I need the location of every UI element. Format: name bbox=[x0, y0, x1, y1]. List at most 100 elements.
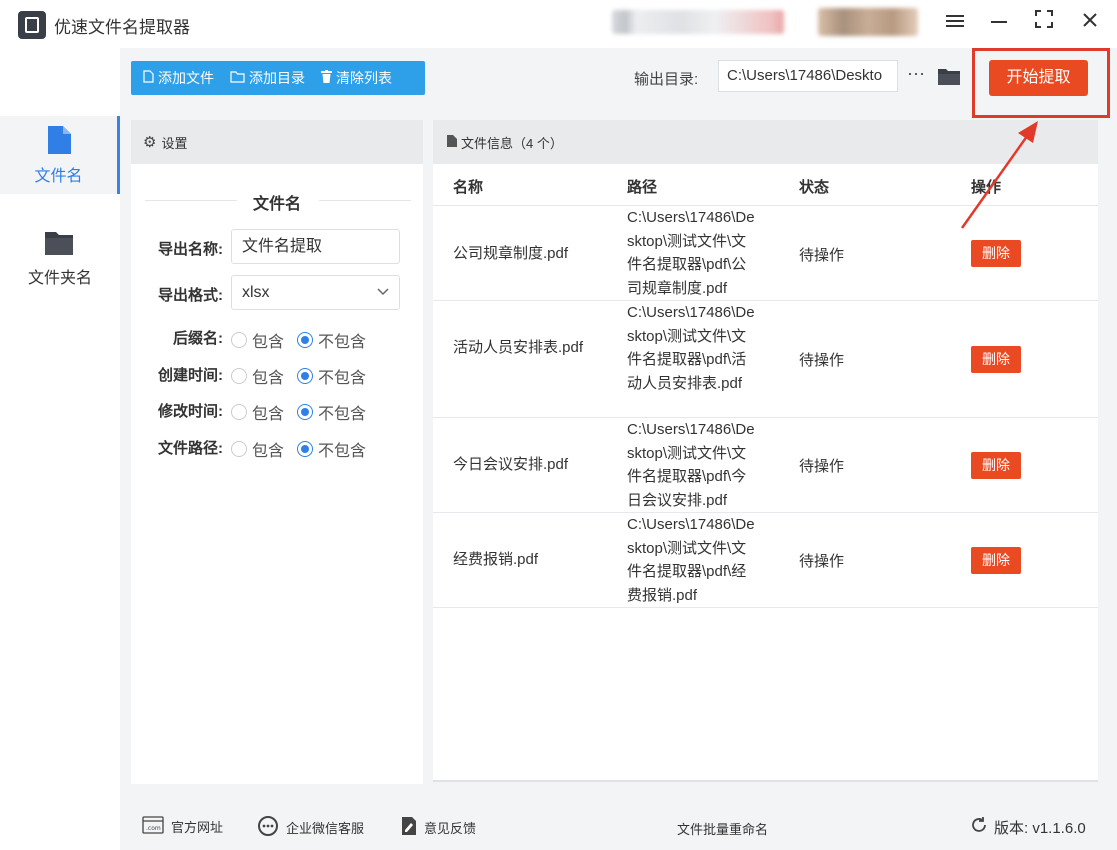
modified-time-radio-group: 包含 不包含 bbox=[231, 400, 379, 424]
exclude-label: 不包含 bbox=[318, 443, 367, 460]
path-exclude-option[interactable]: 不包含 bbox=[297, 437, 366, 461]
add-directory-button[interactable]: 添加目录 bbox=[222, 61, 313, 95]
modified-exclude-option[interactable]: 不包含 bbox=[297, 400, 366, 424]
exclude-label: 不包含 bbox=[318, 406, 367, 423]
radio-unchecked-icon[interactable] bbox=[231, 441, 247, 457]
version-info: 版本: v1.1.6.0 bbox=[970, 816, 1086, 838]
modified-include-option[interactable]: 包含 bbox=[231, 400, 284, 424]
left-nav: 文件名 文件夹名 bbox=[0, 48, 120, 850]
start-extract-button[interactable]: 开始提取 bbox=[989, 60, 1088, 96]
document-icon bbox=[447, 134, 457, 150]
radio-unchecked-icon[interactable] bbox=[231, 368, 247, 384]
more-options-button[interactable]: ··· bbox=[905, 62, 927, 88]
suffix-exclude-option[interactable]: 不包含 bbox=[297, 328, 366, 352]
radio-checked-icon[interactable] bbox=[297, 332, 314, 348]
suffix-include-option[interactable]: 包含 bbox=[231, 328, 284, 352]
path-include-option[interactable]: 包含 bbox=[231, 437, 284, 461]
export-format-label: 导出格式: bbox=[158, 287, 223, 304]
trash-icon bbox=[321, 70, 332, 86]
table-row: 公司规章制度.pdf C:\Users\17486\Desktop\测试文件\文… bbox=[433, 205, 1098, 301]
file-status-cell: 待操作 bbox=[799, 458, 845, 475]
menu-icon[interactable] bbox=[941, 8, 969, 36]
file-name-cell: 经费报销.pdf bbox=[453, 551, 539, 568]
file-list-panel: 文件信息（4 个） 名称 路径 状态 操作 公司规章制度.pdf C:\User… bbox=[433, 120, 1098, 782]
file-path-cell: C:\Users\17486\Desktop\测试文件\文件名提取器\pdf\公… bbox=[627, 209, 755, 297]
wechat-support-link[interactable]: 企业微信客服 bbox=[257, 816, 364, 839]
chat-icon bbox=[257, 816, 279, 839]
chevron-down-icon bbox=[377, 276, 389, 309]
maximize-icon[interactable] bbox=[1030, 8, 1058, 36]
exclude-label: 不包含 bbox=[318, 370, 367, 387]
suffix-radio-group: 包含 不包含 bbox=[231, 328, 379, 352]
created-include-option[interactable]: 包含 bbox=[231, 364, 284, 388]
include-label: 包含 bbox=[252, 370, 285, 387]
file-name-cell: 公司规章制度.pdf bbox=[453, 245, 569, 262]
settings-panel: ⚙ 设置 文件名 导出名称: 文件名提取 导出格式: xlsx 后缀名: 包含 … bbox=[131, 120, 423, 784]
delete-button[interactable]: 删除 bbox=[971, 346, 1021, 373]
output-dir-label: 输出目录: bbox=[634, 71, 699, 88]
feedback-label: 意见反馈 bbox=[424, 821, 477, 836]
radio-checked-icon[interactable] bbox=[297, 441, 314, 457]
file-info-header-label: 文件信息（4 个） bbox=[461, 135, 563, 151]
file-path-cell: C:\Users\17486\Desktop\测试文件\文件名提取器\pdf\今… bbox=[627, 421, 755, 509]
official-website-link[interactable]: .com 官方网址 bbox=[142, 816, 223, 837]
radio-checked-icon[interactable] bbox=[297, 368, 314, 384]
gear-icon: ⚙ bbox=[143, 134, 157, 151]
column-path: 路径 bbox=[627, 179, 658, 196]
table-row: 活动人员安排表.pdf C:\Users\17486\Desktop\测试文件\… bbox=[433, 301, 1098, 418]
delete-button[interactable]: 删除 bbox=[971, 240, 1021, 267]
table-row: 经费报销.pdf C:\Users\17486\Desktop\测试文件\文件名… bbox=[433, 513, 1098, 608]
folder-add-icon bbox=[230, 70, 245, 86]
modified-time-label: 修改时间: bbox=[158, 403, 223, 420]
created-time-radio-group: 包含 不包含 bbox=[231, 364, 379, 388]
delete-button[interactable]: 删除 bbox=[971, 547, 1021, 574]
export-format-value: xlsx bbox=[242, 284, 270, 301]
export-name-label: 导出名称: bbox=[158, 241, 223, 258]
clear-list-button[interactable]: 清除列表 bbox=[313, 61, 400, 95]
export-name-input[interactable]: 文件名提取 bbox=[231, 229, 400, 264]
close-icon[interactable] bbox=[1076, 8, 1104, 36]
file-icon bbox=[48, 126, 71, 154]
suffix-label: 后缀名: bbox=[173, 330, 223, 347]
blurred-avatar bbox=[818, 8, 918, 36]
file-status-cell: 待操作 bbox=[799, 553, 845, 570]
refresh-icon[interactable] bbox=[970, 816, 988, 838]
output-dir-input[interactable]: C:\Users\17486\Deskto bbox=[718, 60, 898, 92]
radio-unchecked-icon[interactable] bbox=[231, 404, 247, 420]
blurred-user-info bbox=[612, 10, 784, 34]
column-action: 操作 bbox=[971, 179, 1002, 196]
website-icon: .com bbox=[142, 816, 164, 837]
file-info-header: 文件信息（4 个） bbox=[433, 120, 1098, 164]
batch-rename-link[interactable]: 文件批量重命名 bbox=[677, 819, 768, 838]
nav-item-foldername[interactable]: 文件夹名 bbox=[0, 218, 120, 296]
version-label: 版本: v1.1.6.0 bbox=[994, 819, 1086, 837]
nav-label-foldername: 文件夹名 bbox=[27, 270, 92, 287]
minimize-icon[interactable] bbox=[985, 8, 1013, 36]
feedback-link[interactable]: 意见反馈 bbox=[401, 816, 476, 839]
table-row: 今日会议安排.pdf C:\Users\17486\Desktop\测试文件\文… bbox=[433, 418, 1098, 513]
file-status-cell: 待操作 bbox=[799, 247, 845, 264]
exclude-label: 不包含 bbox=[318, 334, 367, 351]
nav-item-filename[interactable]: 文件名 bbox=[0, 116, 120, 194]
open-folder-icon[interactable] bbox=[938, 68, 960, 85]
created-exclude-option[interactable]: 不包含 bbox=[297, 364, 366, 388]
delete-button[interactable]: 删除 bbox=[971, 452, 1021, 479]
column-name: 名称 bbox=[453, 179, 484, 196]
nav-label-filename: 文件名 bbox=[34, 168, 83, 185]
svg-text:.com: .com bbox=[146, 825, 161, 832]
radio-unchecked-icon[interactable] bbox=[231, 332, 247, 348]
section-divider-right bbox=[319, 200, 411, 201]
section-title: 文件名 bbox=[252, 196, 301, 213]
title-bar: 优速文件名提取器 bbox=[0, 0, 1117, 48]
add-file-button[interactable]: 添加文件 bbox=[131, 61, 222, 95]
export-format-select[interactable]: xlsx bbox=[231, 275, 400, 310]
include-label: 包含 bbox=[252, 334, 285, 351]
app-title: 优速文件名提取器 bbox=[54, 18, 190, 37]
file-path-radio-group: 包含 不包含 bbox=[231, 437, 379, 461]
clear-list-label: 清除列表 bbox=[336, 70, 392, 86]
radio-checked-icon[interactable] bbox=[297, 404, 314, 420]
file-path-cell: C:\Users\17486\Desktop\测试文件\文件名提取器\pdf\经… bbox=[627, 516, 755, 604]
main-area: 添加文件 添加目录 清除列表 输出目录: C:\Users\17486\Desk… bbox=[120, 48, 1117, 800]
file-name-cell: 活动人员安排表.pdf bbox=[453, 339, 584, 356]
include-label: 包含 bbox=[252, 443, 285, 460]
